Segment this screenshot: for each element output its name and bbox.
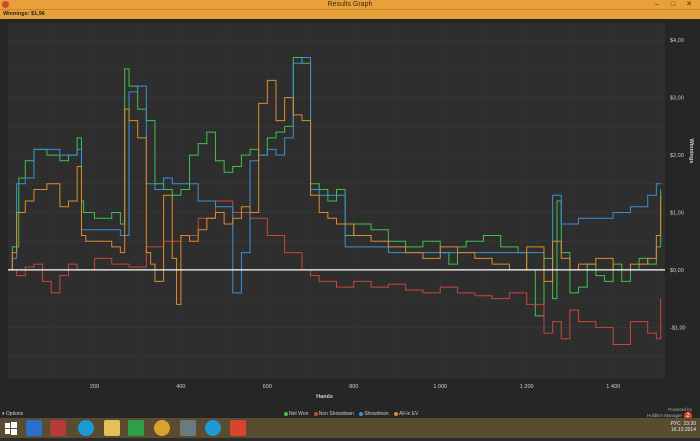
y-tick-label: $2,00 <box>670 153 684 159</box>
skype-icon[interactable] <box>78 420 94 436</box>
legend-non-showdown[interactable]: Non Showdown <box>319 411 354 417</box>
options-label: Options <box>5 411 24 417</box>
legend-non-showdown-swatch <box>313 411 318 416</box>
maximize-button[interactable]: □ <box>666 0 680 9</box>
taskbar: РУС 23:30 16.10.2014 <box>0 418 700 438</box>
x-tick-label: 1 400 <box>606 384 620 390</box>
close-button[interactable]: ✕ <box>682 0 696 9</box>
results-chart: 200 400 600 800 1 000 1 200 1 400 $4,00 $3,00 $2,… <box>0 19 700 404</box>
y-tick-label: $4,00 <box>670 38 684 44</box>
title-bar: Results Graph – □ ✕ <box>0 0 700 9</box>
skype2-icon[interactable] <box>205 420 221 436</box>
clock-date: 16.10.2014 <box>670 427 696 433</box>
y-tick-label: $1,00 <box>670 210 684 216</box>
media-icon[interactable] <box>180 420 196 436</box>
winnings-bar: Winnings: $1,96 <box>0 9 700 19</box>
x-tick-label: 800 <box>349 384 358 390</box>
explorer-icon[interactable] <box>104 420 120 436</box>
legend-allin-ev-swatch <box>394 411 399 416</box>
save-icon[interactable] <box>50 420 66 436</box>
x-tick-label: 1 200 <box>520 384 534 390</box>
system-tray[interactable]: РУС 23:30 16.10.2014 <box>671 421 696 433</box>
y-axis-label: Winnings <box>688 139 694 164</box>
windows-start-icon[interactable] <box>3 420 19 436</box>
store-icon[interactable] <box>128 420 144 436</box>
legend-net-won[interactable]: Net Won <box>289 411 308 417</box>
x-tick-label: 200 <box>90 384 99 390</box>
y-tick-label: -$1,00 <box>670 325 686 331</box>
legend-showdown-swatch <box>359 411 364 416</box>
chart-svg: 200 400 600 800 1 000 1 200 1 400 $4,00 $3,00 $2,… <box>8 23 694 400</box>
chart-legend: Net Won Non Showdown Showdown All-In EV <box>280 411 419 417</box>
chart-footer: ▾ Options Net Won Non Showdown Showdown … <box>0 404 700 420</box>
minimize-button[interactable]: – <box>650 0 664 9</box>
y-tick-label: $0,00 <box>670 268 684 274</box>
options-button[interactable]: ▾ Options <box>2 411 23 417</box>
chrome-icon[interactable] <box>154 420 170 436</box>
x-tick-label: 400 <box>176 384 185 390</box>
winnings-label: Winnings: $1,96 <box>3 11 45 17</box>
y-tick-label: $3,00 <box>670 96 684 102</box>
ie-icon[interactable] <box>26 420 42 436</box>
x-tick-label: 1 000 <box>433 384 447 390</box>
x-tick-label: 600 <box>263 384 272 390</box>
hm2-icon[interactable] <box>230 420 246 436</box>
legend-net-won-swatch <box>284 411 288 416</box>
x-axis-label: Hands <box>316 394 333 400</box>
window-title: Results Graph <box>327 1 373 8</box>
legend-showdown[interactable]: Showdown <box>364 411 388 417</box>
legend-allin-ev[interactable]: All-In EV <box>399 411 418 417</box>
